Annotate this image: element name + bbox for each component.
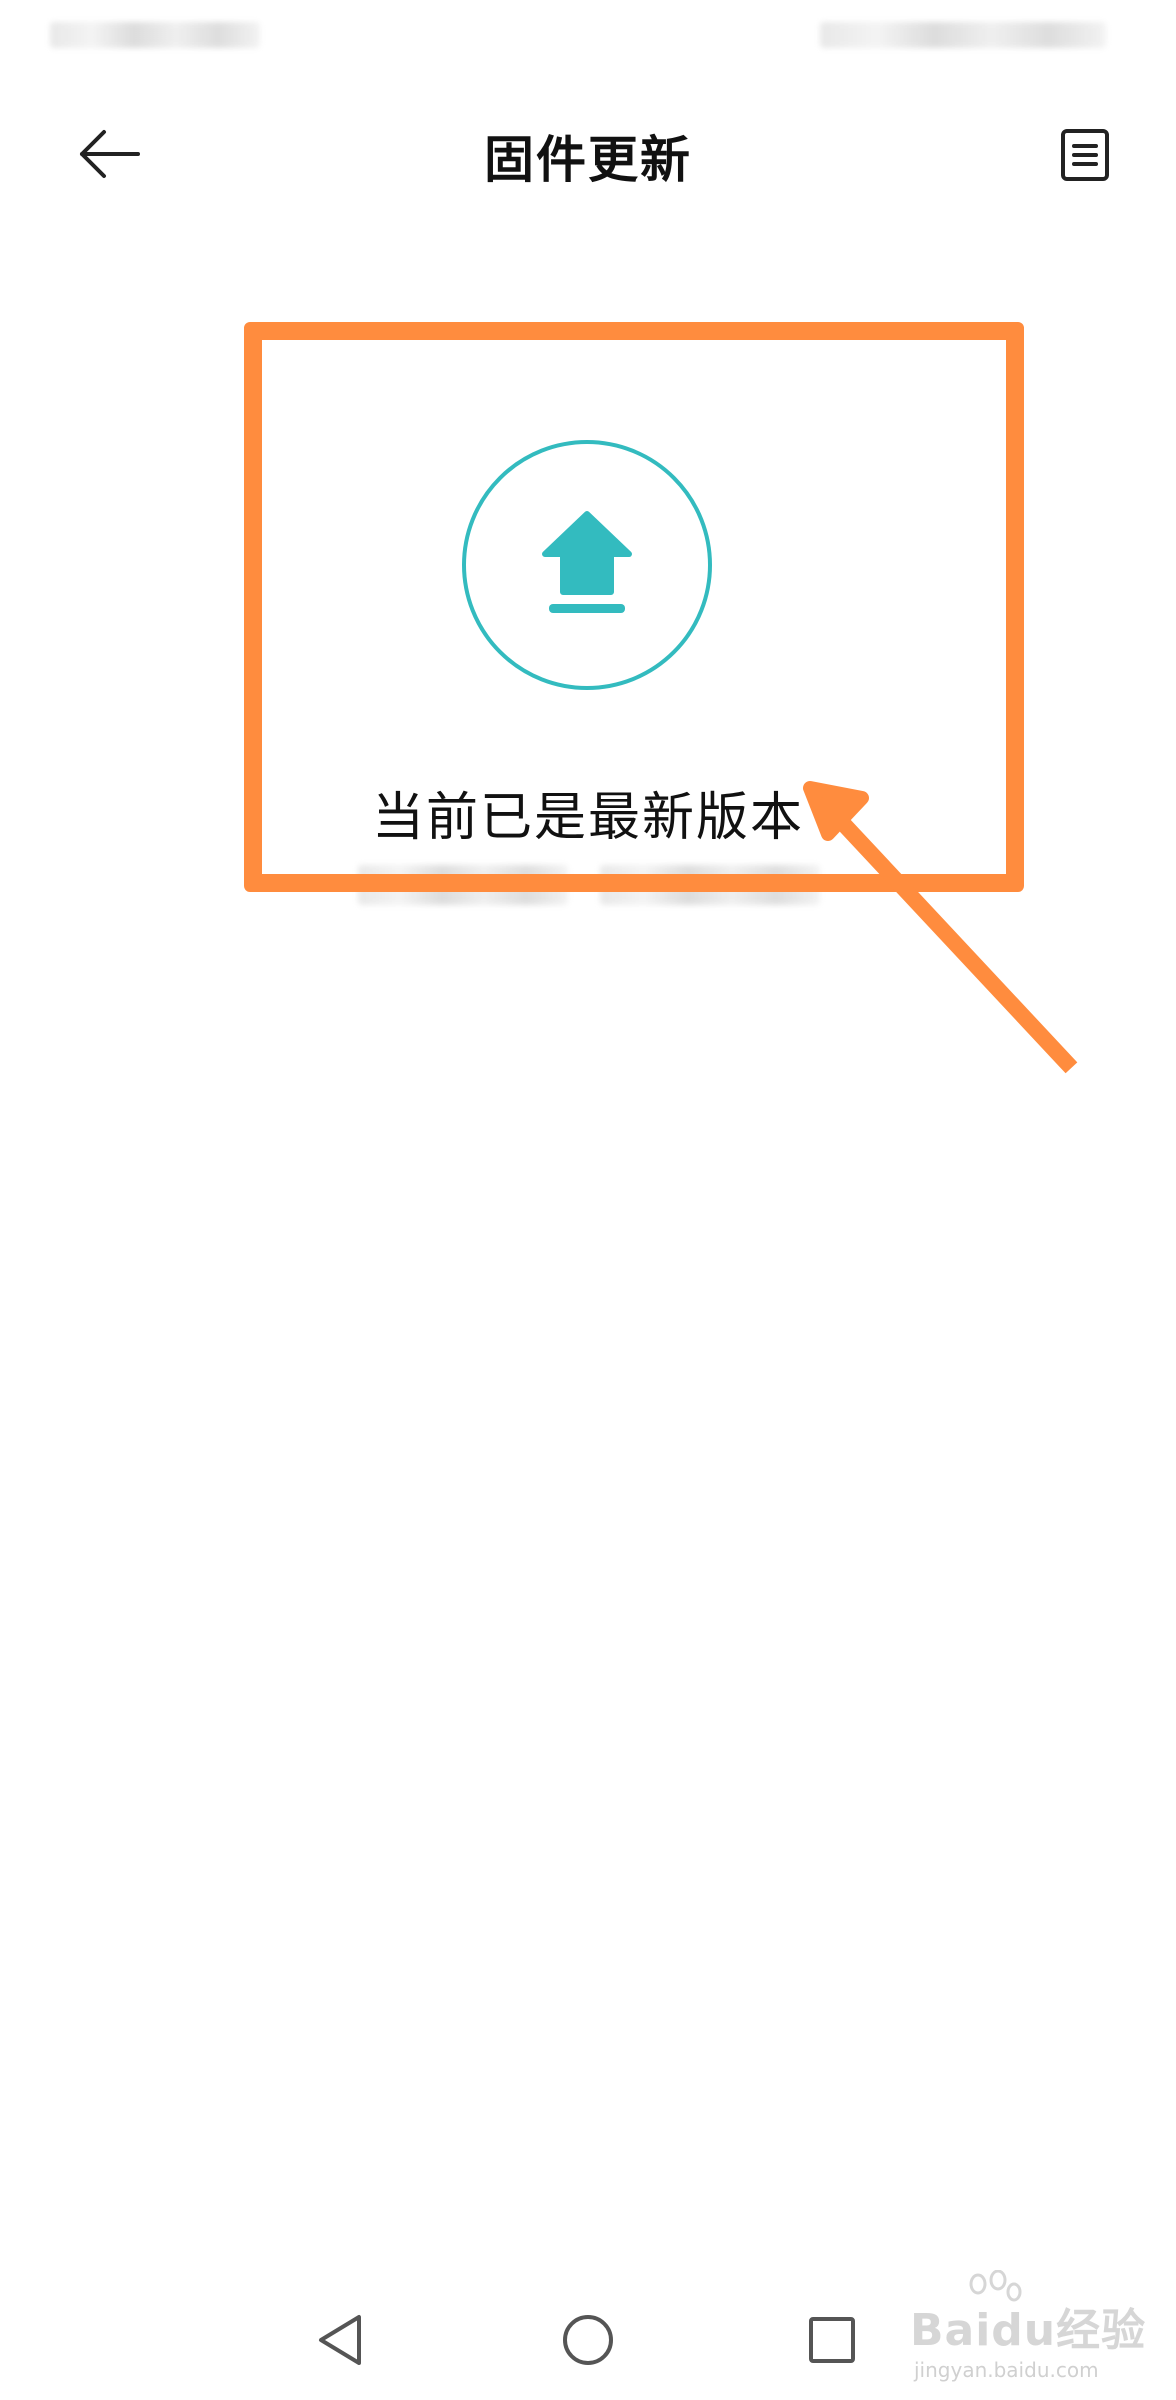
update-log-button[interactable] [1050, 120, 1120, 190]
nav-home-button[interactable] [548, 2300, 628, 2380]
nav-recents-button[interactable] [792, 2300, 872, 2380]
system-navigation-bar [0, 2290, 1176, 2400]
annotation-arrow-icon [803, 781, 1078, 1074]
version-number-blurred [600, 865, 820, 905]
square-recents-icon [809, 2317, 855, 2363]
circle-home-icon [563, 2315, 613, 2365]
app-header: 固件更新 [0, 90, 1176, 216]
triangle-back-icon [319, 2315, 361, 2365]
version-info-blurred [358, 865, 568, 905]
status-bar-right-blurred [820, 22, 1106, 48]
status-bar-left-blurred [50, 22, 260, 48]
status-bar [0, 0, 1176, 70]
upload-arrow-icon [542, 511, 632, 613]
status-text: 当前已是最新版本 [371, 788, 804, 848]
nav-back-button[interactable] [300, 2300, 380, 2380]
page-title: 固件更新 [484, 131, 692, 189]
document-list-icon [1061, 129, 1109, 181]
update-status-circle [462, 440, 712, 690]
